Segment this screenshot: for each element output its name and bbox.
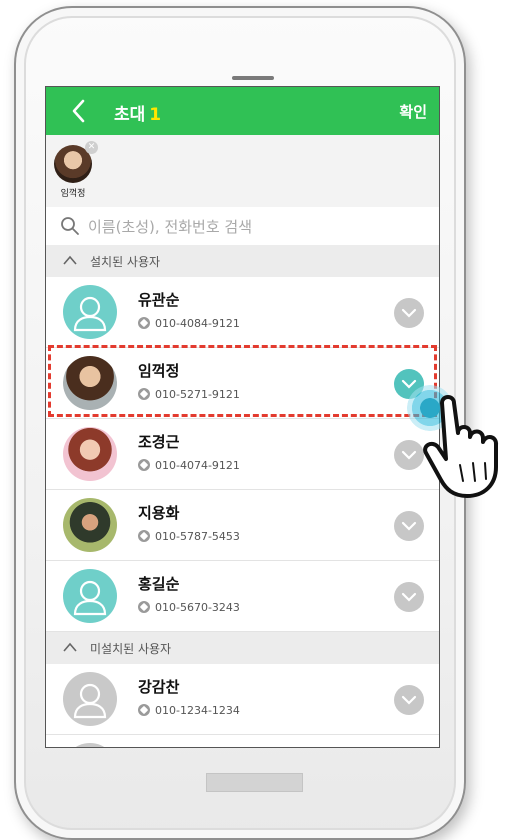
contact-name: 유관순 bbox=[138, 291, 180, 309]
selected-chip[interactable]: ✕ 임꺽정 bbox=[52, 141, 98, 199]
phone-icon bbox=[138, 601, 150, 613]
chevron-down-icon bbox=[401, 450, 417, 460]
pointing-hand-icon bbox=[423, 395, 499, 498]
title-text: 초대 bbox=[114, 105, 146, 125]
chevron-up-icon bbox=[63, 642, 77, 652]
select-checkbox[interactable] bbox=[394, 298, 424, 328]
highlight-box bbox=[48, 345, 437, 417]
chevron-down-icon bbox=[401, 308, 417, 318]
contact-phone: 010-4084-9121 bbox=[138, 317, 240, 330]
select-checkbox[interactable] bbox=[394, 511, 424, 541]
contact-phone: 010-5670-3243 bbox=[138, 601, 240, 614]
avatar bbox=[63, 743, 117, 747]
chevron-down-icon bbox=[401, 695, 417, 705]
contact-name: 홍길순 bbox=[138, 575, 180, 593]
remove-icon[interactable]: ✕ bbox=[85, 141, 98, 154]
select-checkbox[interactable] bbox=[394, 582, 424, 612]
contact-phone: 010-1234-1234 bbox=[138, 704, 240, 717]
contact-row[interactable]: 강감찬 010-1234-1234 bbox=[46, 664, 439, 735]
search-input[interactable] bbox=[86, 214, 410, 240]
person-icon bbox=[73, 683, 107, 719]
person-icon bbox=[73, 580, 107, 616]
phone-icon bbox=[138, 530, 150, 542]
contact-name: 강감찬 bbox=[138, 678, 180, 696]
phone-number: 010-5670-3243 bbox=[155, 601, 240, 614]
phone-number: 010-5787-5453 bbox=[155, 530, 240, 543]
phone-icon bbox=[138, 317, 150, 329]
avatar bbox=[63, 498, 117, 552]
back-arrow-icon[interactable] bbox=[66, 97, 94, 125]
search-icon bbox=[61, 217, 79, 235]
contact-row[interactable]: 조경근 010-4074-9121 bbox=[46, 419, 439, 490]
avatar bbox=[63, 285, 117, 339]
person-icon bbox=[73, 296, 107, 332]
section-label: 미설치된 사용자 bbox=[90, 642, 172, 656]
contact-row[interactable]: 유관순 010-4084-9121 bbox=[46, 277, 439, 348]
confirm-button[interactable]: 확인 bbox=[399, 101, 427, 122]
avatar bbox=[63, 569, 117, 623]
contact-row[interactable]: 지용화 010-5787-5453 bbox=[46, 490, 439, 561]
selected-count: 1 bbox=[149, 105, 162, 125]
contact-phone: 010-5787-5453 bbox=[138, 530, 240, 543]
contact-name: 지용화 bbox=[138, 504, 180, 522]
home-button[interactable] bbox=[206, 773, 303, 792]
contact-name: 조경근 bbox=[138, 433, 180, 451]
phone-icon bbox=[138, 704, 150, 716]
phone-number: 010-4084-9121 bbox=[155, 317, 240, 330]
page-title: 초대 1 bbox=[114, 100, 161, 125]
app-screen: 초대1 확인 ✕ 임꺽정 설치된 사용자 유관순 010 bbox=[45, 86, 440, 748]
section-label: 설치된 사용자 bbox=[90, 255, 161, 269]
contact-row[interactable] bbox=[46, 735, 439, 747]
avatar bbox=[63, 427, 117, 481]
speaker-grille bbox=[232, 76, 274, 80]
section-not-installed[interactable]: 미설치된 사용자 bbox=[46, 632, 439, 664]
phone-number: 010-1234-1234 bbox=[155, 704, 240, 717]
chip-name: 임꺽정 bbox=[60, 189, 86, 199]
chevron-down-icon bbox=[401, 521, 417, 531]
select-checkbox[interactable] bbox=[394, 685, 424, 715]
contact-phone: 010-4074-9121 bbox=[138, 459, 240, 472]
top-bar: 초대 1 확인 bbox=[46, 87, 439, 135]
phone-number: 010-4074-9121 bbox=[155, 459, 240, 472]
phone-icon bbox=[138, 459, 150, 471]
avatar bbox=[63, 672, 117, 726]
chevron-down-icon bbox=[401, 592, 417, 602]
chevron-up-icon bbox=[63, 255, 77, 265]
search-bar bbox=[46, 207, 439, 245]
selected-contacts-strip: ✕ 임꺽정 bbox=[46, 135, 439, 207]
section-installed[interactable]: 설치된 사용자 bbox=[46, 245, 439, 277]
contact-row[interactable]: 홍길순 010-5670-3243 bbox=[46, 561, 439, 632]
